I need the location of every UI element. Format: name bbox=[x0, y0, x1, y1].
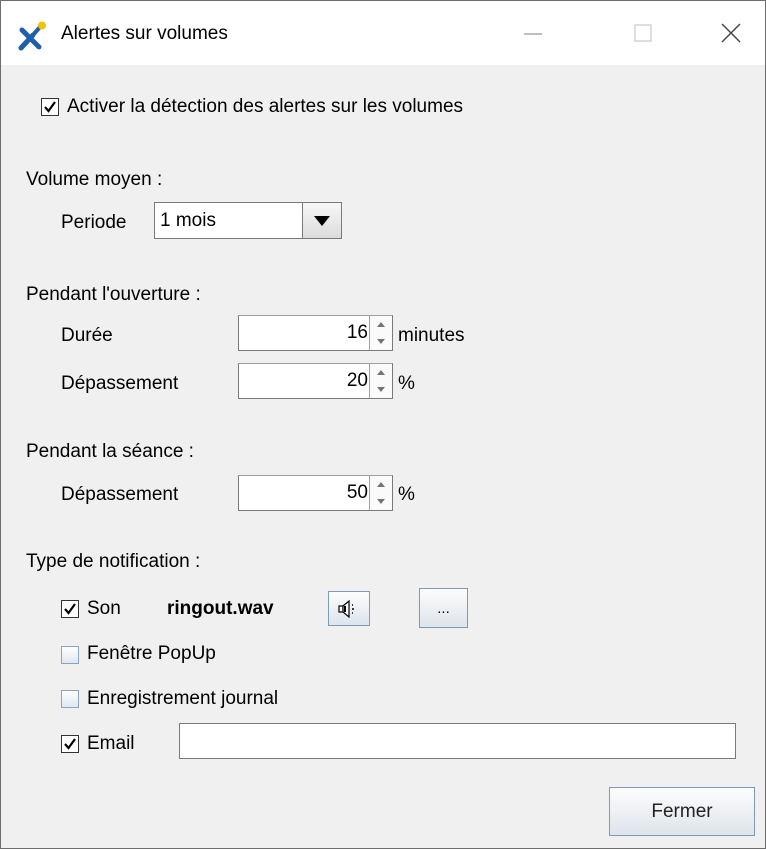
title-bar: Alertes sur volumes bbox=[1, 1, 765, 65]
checkmark-icon bbox=[64, 603, 76, 615]
activation-label: Activer la détection des alertes sur les… bbox=[67, 96, 464, 117]
sound-file-name: ringout.wav bbox=[167, 598, 274, 619]
maximize-icon bbox=[634, 24, 652, 42]
seance-heading: Pendant la séance : bbox=[26, 441, 194, 462]
checkmark-icon bbox=[44, 101, 56, 113]
browse-sound-button[interactable]: ... bbox=[419, 588, 468, 628]
ouverture-heading: Pendant l'ouverture : bbox=[26, 284, 201, 305]
ouverture-depassement-increment-button[interactable] bbox=[370, 364, 392, 382]
ouverture-depassement-decrement-button[interactable] bbox=[370, 381, 392, 398]
son-checkbox[interactable] bbox=[61, 600, 79, 618]
arrow-up-icon bbox=[377, 370, 385, 375]
ouverture-depassement-value: 20 bbox=[346, 370, 368, 391]
duree-spinner[interactable]: 16 bbox=[238, 315, 393, 351]
close-icon bbox=[721, 23, 741, 43]
periode-label: Periode bbox=[61, 212, 127, 233]
minimize-icon bbox=[524, 33, 542, 35]
seance-depassement-decrement-button[interactable] bbox=[370, 493, 392, 510]
triangle-down-icon bbox=[314, 215, 330, 226]
play-sound-button[interactable] bbox=[328, 591, 370, 626]
periode-dropdown-button[interactable] bbox=[302, 203, 341, 238]
duree-label: Durée bbox=[61, 325, 113, 346]
son-label: Son bbox=[87, 598, 121, 619]
popup-checkbox[interactable] bbox=[61, 646, 79, 664]
seance-depassement-value: 50 bbox=[346, 482, 368, 503]
duree-unit: minutes bbox=[398, 325, 465, 346]
email-label: Email bbox=[87, 733, 135, 754]
arrow-down-icon bbox=[377, 339, 385, 344]
x-logo-icon bbox=[18, 21, 48, 51]
fermer-button[interactable]: Fermer bbox=[609, 787, 755, 836]
periode-value: 1 mois bbox=[160, 210, 216, 231]
ouverture-depassement-unit: % bbox=[398, 373, 415, 394]
duree-value: 16 bbox=[346, 322, 368, 343]
arrow-down-icon bbox=[377, 499, 385, 504]
email-checkbox[interactable] bbox=[61, 735, 79, 753]
seance-depassement-label: Dépassement bbox=[61, 484, 179, 505]
journal-checkbox[interactable] bbox=[61, 690, 79, 708]
volume-moyen-heading: Volume moyen : bbox=[26, 169, 163, 190]
arrow-down-icon bbox=[377, 387, 385, 392]
email-field[interactable] bbox=[179, 723, 736, 759]
activation-checkbox[interactable] bbox=[41, 98, 59, 116]
journal-label: Enregistrement journal bbox=[87, 688, 279, 709]
checkmark-icon bbox=[64, 738, 76, 750]
arrow-up-icon bbox=[377, 322, 385, 327]
seance-depassement-unit: % bbox=[398, 484, 415, 505]
alert-dialog: Alertes sur volumes Activer la détection… bbox=[0, 0, 766, 849]
window-title: Alertes sur volumes bbox=[61, 23, 228, 44]
ouverture-depassement-label: Dépassement bbox=[61, 373, 179, 394]
duree-decrement-button[interactable] bbox=[370, 333, 392, 350]
maximize-button[interactable] bbox=[613, 1, 673, 65]
periode-select[interactable]: 1 mois bbox=[154, 202, 342, 239]
notification-heading: Type de notification : bbox=[26, 551, 201, 572]
seance-depassement-increment-button[interactable] bbox=[370, 476, 392, 494]
close-window-button[interactable] bbox=[701, 1, 761, 65]
arrow-up-icon bbox=[377, 482, 385, 487]
minimize-button[interactable] bbox=[503, 1, 563, 65]
seance-depassement-spinner[interactable]: 50 bbox=[238, 475, 393, 511]
ouverture-depassement-spinner[interactable]: 20 bbox=[238, 363, 393, 399]
popup-label: Fenêtre PopUp bbox=[87, 643, 216, 664]
speaker-icon bbox=[338, 599, 354, 618]
duree-increment-button[interactable] bbox=[370, 316, 392, 334]
